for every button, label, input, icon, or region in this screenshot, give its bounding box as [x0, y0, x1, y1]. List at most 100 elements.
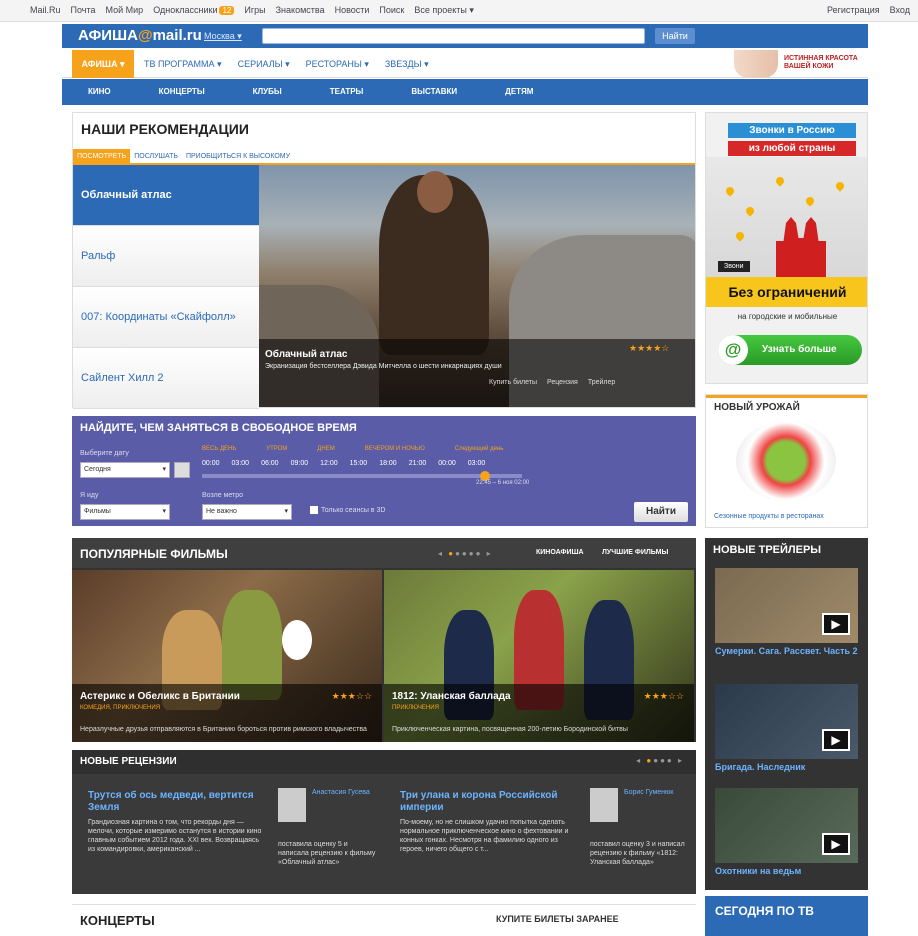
harvest-caption-link[interactable]: Сезонные продукты в ресторанах [714, 513, 824, 520]
ad-headline: Без ограничений [706, 277, 867, 307]
tab-watch[interactable]: ПОСМОТРЕТЬ [73, 149, 131, 163]
skin-ad-banner[interactable]: ИСТИННАЯ КРАСОТА ВАШЕЙ КОЖИ [734, 50, 868, 78]
film-title[interactable]: 1812: Уланская баллада [392, 691, 511, 702]
tab-high-culture[interactable]: ПРИОБЩИТЬСЯ К ВЫСОКОМУ [182, 149, 294, 163]
what-select[interactable]: Фильмы [80, 504, 170, 520]
cat-day[interactable]: ДНЕМ [317, 446, 334, 452]
portal-link-mail[interactable]: Почта [71, 5, 96, 16]
cat-next-day[interactable]: Следующий день [455, 446, 504, 452]
actor-head [417, 171, 453, 213]
date-select[interactable]: Сегодня [80, 462, 170, 478]
nav-serials[interactable]: СЕРИАЛЫ ▾ [238, 59, 290, 70]
portal-link-mailru[interactable]: Mail.Ru [30, 5, 61, 16]
cat-morning[interactable]: УТРОМ [266, 446, 287, 452]
review-link[interactable]: Рецензия [547, 379, 578, 386]
film-title[interactable]: Астерикс и Обеликс в Британии [80, 691, 240, 702]
cat-all-day[interactable]: ВЕСЬ ДЕНЬ [202, 446, 236, 452]
portal-links: Mail.Ru Почта Мой Мир Одноклассники 12 Иг… [30, 5, 474, 16]
time-categories: ВЕСЬ ДЕНЬ УТРОМ ДНЕМ ВЕЧЕРОМ И НОЧЬЮ Сле… [202, 446, 503, 452]
film-description: Приключенческая картина, посвященная 200… [392, 726, 628, 733]
time-slider[interactable] [202, 471, 522, 481]
subnav-clubs[interactable]: КЛУБЫ [253, 79, 282, 105]
review-title[interactable]: Три улана и корона Российской империи [400, 790, 580, 814]
author-avatar[interactable] [590, 788, 618, 822]
kinoafisha-link[interactable]: КИНОАФИША [536, 549, 584, 556]
subnav-cinema[interactable]: КИНО [88, 79, 111, 105]
nav-afisha-active[interactable]: АФИША ▾ [72, 50, 134, 78]
subnav-concerts[interactable]: КОНЦЕРТЫ [159, 79, 205, 105]
subnav-exhibitions[interactable]: ВЫСТАВКИ [411, 79, 457, 105]
portal-link-games[interactable]: Игры [244, 5, 265, 16]
trailer-thumbnail[interactable]: ▶ [715, 568, 858, 643]
rec-item-ralph[interactable]: Ральф [73, 226, 259, 287]
film-genre: КОМЕДИЯ, ПРИКЛЮЧЕНИЯ [80, 705, 161, 711]
subnav-kids[interactable]: ДЕТЯМ [505, 79, 533, 105]
calls-ad-banner[interactable]: Звонки в Россию из любой страны Звони Бе… [705, 112, 868, 384]
portal-link-dating[interactable]: Знакомства [276, 5, 325, 16]
dog-figure [282, 620, 312, 660]
reviews-pager[interactable]: ◂ ●●●● ▸ [636, 756, 684, 765]
map-pin-icon [744, 205, 756, 217]
nav-restaurants[interactable]: РЕСТОРАНЫ ▾ [306, 59, 369, 70]
tab-listen[interactable]: ПОСЛУШАТЬ [130, 149, 182, 163]
review-item[interactable]: Трутся об ось медведи, вертится Земля Гр… [88, 790, 268, 854]
review-text: По-моему, но не слишком удачно попытка с… [400, 819, 569, 853]
city-selector[interactable]: Москва ▾ [204, 31, 242, 42]
logo-text-right: mail.ru [152, 27, 202, 44]
rec-item-silent-hill[interactable]: Сайлент Хилл 2 [73, 348, 259, 409]
trailer-title[interactable]: Охотники на ведьм [715, 866, 860, 877]
film-genre: ПРИКЛЮЧЕНИЯ [392, 705, 439, 711]
featured-description: Экранизация бестселлера Дэвида Митчелла … [265, 363, 502, 370]
trailer-thumbnail[interactable]: ▶ [715, 788, 858, 863]
cat-evening[interactable]: ВЕЧЕРОМ И НОЧЬЮ [365, 446, 425, 452]
metro-select[interactable]: Не важно [202, 504, 292, 520]
login-link[interactable]: Вход [890, 5, 910, 15]
checkbox-box[interactable] [310, 506, 318, 514]
popular-pager[interactable]: ◂ ●●●●● ▸ [438, 549, 493, 558]
trailer-link[interactable]: Трейлер [588, 379, 615, 386]
portal-link-search[interactable]: Поиск [379, 5, 404, 16]
review-item[interactable]: Три улана и корона Российской империи По… [400, 790, 580, 854]
play-icon: ▶ [822, 613, 850, 635]
film-card[interactable]: 1812: Уланская баллада ПРИКЛЮЧЕНИЯ Прикл… [384, 570, 694, 742]
portal-link-ok[interactable]: Одноклассники 12 [153, 5, 235, 16]
salad-image[interactable] [736, 421, 836, 501]
time-tick: 03:00 [467, 460, 486, 467]
time-tick: 09:00 [290, 460, 309, 467]
subnav-theatres[interactable]: ТЕАТРЫ [330, 79, 364, 105]
best-films-link[interactable]: ЛУЧШИЕ ФИЛЬМЫ [602, 549, 668, 556]
author-name[interactable]: Борис Гуменюк [624, 788, 673, 797]
3d-checkbox-label: Только сеансы в 3D [321, 506, 386, 514]
time-range-text: 22:45 – 6 ноя 02:00 [476, 480, 530, 486]
ad-line2: из любой страны [728, 141, 856, 156]
calendar-icon[interactable] [174, 462, 190, 478]
review-title[interactable]: Трутся об ось медведи, вертится Земля [88, 790, 268, 814]
trailer-thumbnail[interactable]: ▶ [715, 684, 858, 759]
portal-link-news[interactable]: Новости [335, 5, 370, 16]
register-link[interactable]: Регистрация [827, 5, 880, 15]
russia-map-image [706, 157, 867, 277]
map-pin-icon [834, 180, 846, 192]
film-card[interactable]: Астерикс и Обеликс в Британии КОМЕДИЯ, П… [72, 570, 382, 742]
author-avatar[interactable] [278, 788, 306, 822]
trailer-title[interactable]: Сумерки. Сага. Рассвет. Часть 2 [715, 646, 860, 657]
portal-link-all-projects[interactable]: Все проекты ▾ [414, 5, 474, 16]
find-button[interactable]: Найти [634, 502, 688, 522]
portal-link-mymir[interactable]: Мой Мир [106, 5, 144, 16]
rec-item-cloud-atlas[interactable]: Облачный атлас [73, 165, 259, 226]
rec-item-skyfall[interactable]: 007: Координаты «Скайфолл» [73, 287, 259, 348]
author-name[interactable]: Анастасия Гусева [312, 788, 370, 797]
nav-stars[interactable]: ЗВЕЗДЫ ▾ [385, 59, 429, 70]
learn-more-button[interactable]: @ Узнать больше [718, 335, 862, 365]
buy-tickets-link[interactable]: Купить билеты [489, 379, 537, 386]
featured-title[interactable]: Облачный атлас [265, 349, 348, 360]
3d-checkbox[interactable]: Только сеансы в 3D [310, 506, 385, 514]
search-button[interactable]: Найти [655, 28, 695, 44]
trailer-title[interactable]: Бригада. Наследник [715, 762, 860, 773]
nav-tv-program[interactable]: ТВ ПРОГРАММА ▾ [144, 59, 222, 70]
search-input[interactable] [262, 28, 645, 44]
afisha-logo[interactable]: АФИША@mail.ru [78, 27, 202, 44]
harvest-title: НОВЫЙ УРОЖАЙ [706, 395, 867, 417]
finder-title: НАЙДИТЕ, ЧЕМ ЗАНЯТЬСЯ В СВОБОДНОЕ ВРЕМЯ [80, 422, 357, 434]
buy-early-link[interactable]: КУПИТЕ БИЛЕТЫ ЗАРАНЕЕ [496, 914, 619, 924]
